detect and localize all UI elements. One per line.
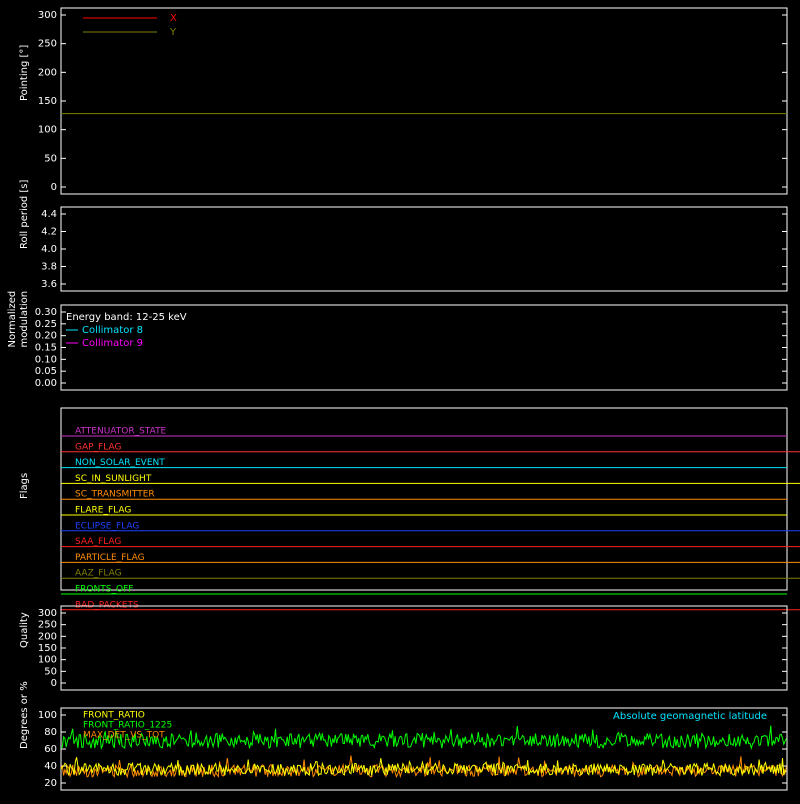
y-tick-label: 0.15 xyxy=(35,343,57,354)
latitude-annotation: Absolute geomagnetic latitude xyxy=(613,711,767,722)
y-tick-label: 300 xyxy=(38,608,57,619)
y-tick-label: 250 xyxy=(38,620,57,631)
y-tick-label: 50 xyxy=(44,153,57,164)
ratio-series-line xyxy=(60,757,787,777)
flag-label: AAZ_FLAG xyxy=(75,569,122,579)
flag-label: FLARE_FLAG xyxy=(75,506,131,516)
y-tick-label: 100 xyxy=(38,125,57,136)
y-tick-label: 0.25 xyxy=(35,319,57,330)
flag-trace xyxy=(61,546,800,548)
y-tick-label: 4.4 xyxy=(41,209,57,220)
y-tick-label: 20 xyxy=(44,778,57,789)
y-axis-label: Pointing [°] xyxy=(19,45,30,101)
y-tick-label: 150 xyxy=(38,643,57,654)
y-tick-label: 0 xyxy=(51,182,57,193)
y-tick-label: 250 xyxy=(38,39,57,50)
flag-label: GAP_FLAG xyxy=(75,442,121,452)
flag-label: BAD_PACKETS xyxy=(75,600,139,610)
quality-frame xyxy=(60,605,788,691)
flag-label: ATTENUATOR_STATE xyxy=(75,427,167,437)
flag-trace xyxy=(61,530,800,532)
y-tick-label: 0.20 xyxy=(35,331,57,342)
flag-trace xyxy=(61,561,800,563)
legend-label: MAX_DET_VS_TOT xyxy=(83,731,165,741)
y-tick-label: 150 xyxy=(38,96,57,107)
legend-label: X xyxy=(170,13,177,24)
energy-band-annotation: Energy band: 12-25 keV xyxy=(66,312,187,323)
y-tick-label: 100 xyxy=(38,655,57,666)
y-tick-label: 50 xyxy=(44,666,57,677)
y-axis-label: modulation xyxy=(19,291,30,348)
y-tick-label: 3.6 xyxy=(41,279,57,290)
y-tick-label: 60 xyxy=(44,744,57,755)
y-axis-label: Quality xyxy=(19,612,30,648)
y-axis-label: Degrees or % xyxy=(19,681,30,749)
flag-label: FRONTS_OFF xyxy=(75,585,133,595)
y-axis-label: Roll period [s] xyxy=(19,180,30,249)
y-tick-label: 0 xyxy=(51,678,57,689)
legend-label: FRONT_RATIO_1225 xyxy=(83,721,172,731)
flag-trace xyxy=(61,482,800,484)
y-tick-label: 100 xyxy=(38,710,57,721)
y-tick-label: 80 xyxy=(44,727,57,738)
flag-trace xyxy=(61,577,800,579)
y-axis-label: Flags xyxy=(19,473,30,499)
flag-label: ECLIPSE_FLAG xyxy=(75,521,139,531)
flag-label: SAA_FLAG xyxy=(75,537,121,547)
y-tick-label: 0.30 xyxy=(35,307,57,318)
legend-label: Y xyxy=(169,27,177,38)
y-tick-label: 300 xyxy=(38,10,57,21)
y-tick-label: 4.2 xyxy=(41,227,57,238)
y-axis-label: Normalized xyxy=(7,291,18,348)
flag-label: PARTICLE_FLAG xyxy=(75,553,145,563)
flag-label: SC_TRANSMITTER xyxy=(75,490,155,500)
y-tick-label: 40 xyxy=(44,761,57,772)
y-tick-label: 4.0 xyxy=(41,244,57,255)
flag-label: NON_SOLAR_EVENT xyxy=(75,458,165,468)
legend-label: FRONT_RATIO xyxy=(83,711,145,721)
chart-stage: 18:4519:0019:1519:3019:4520:0020:1505010… xyxy=(0,0,800,800)
multi-panel-chart: 18:4519:0019:1519:3019:4520:0020:1505010… xyxy=(7,7,800,791)
y-tick-label: 200 xyxy=(38,631,57,642)
y-tick-label: 200 xyxy=(38,67,57,78)
legend-label: Collimator 9 xyxy=(82,338,143,349)
legend-label: Collimator 8 xyxy=(82,325,143,336)
y-tick-label: 3.8 xyxy=(41,262,57,273)
flag-label: SC_IN_SUNLIGHT xyxy=(75,474,152,484)
flag-trace xyxy=(61,451,800,453)
y-tick-label: 0.05 xyxy=(35,366,57,377)
roll-frame xyxy=(60,206,788,292)
y-tick-label: 0.10 xyxy=(35,354,57,365)
y-tick-label: 0.00 xyxy=(35,378,57,389)
